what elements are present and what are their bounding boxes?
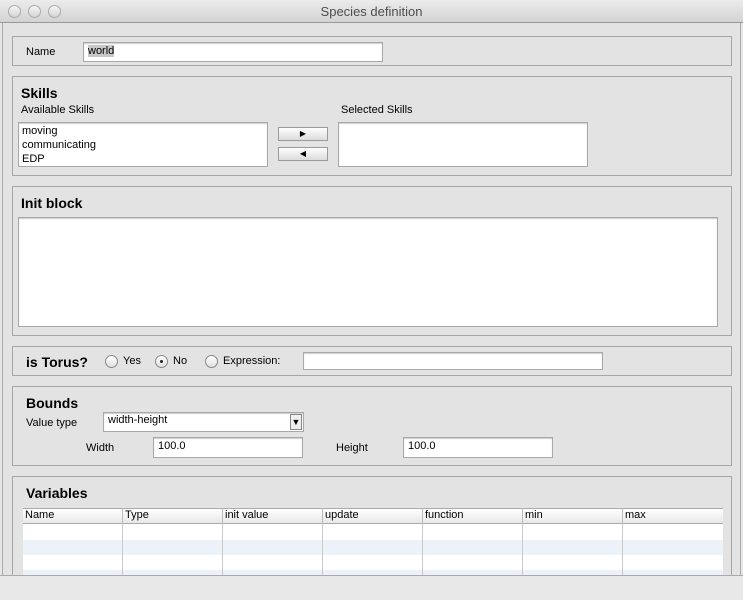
init-block-textarea[interactable]: [18, 217, 718, 327]
torus-no-radio[interactable]: [155, 355, 168, 368]
bounds-title: Bounds: [26, 395, 79, 411]
selected-skills-list[interactable]: [338, 122, 588, 167]
skills-title: Skills: [21, 85, 58, 101]
skill-item[interactable]: EDP: [22, 152, 264, 166]
column-divider: [122, 524, 123, 576]
column-header-init-value[interactable]: init value: [223, 508, 323, 524]
torus-expression-radio[interactable]: [205, 355, 218, 368]
torus-expression-input[interactable]: [303, 352, 603, 370]
width-input[interactable]: 100.0: [153, 437, 303, 458]
variables-table[interactable]: Name Type init value update function min…: [23, 508, 723, 576]
torus-title: is Torus?: [26, 354, 88, 370]
add-skill-button[interactable]: ▶: [278, 127, 328, 141]
triangle-left-icon: ◀: [299, 149, 307, 158]
name-panel: Name world: [12, 36, 732, 66]
torus-no-label: No: [173, 355, 188, 367]
chevron-down-icon: ▼: [290, 414, 302, 430]
variables-title: Variables: [26, 485, 88, 501]
name-input[interactable]: world: [83, 42, 383, 62]
torus-yes-radio[interactable]: [105, 355, 118, 368]
torus-panel: is Torus? Yes No Expression:: [12, 346, 732, 376]
column-header-max[interactable]: max: [623, 508, 723, 524]
init-block-panel: Init block: [12, 186, 732, 336]
value-type-label: Value type: [26, 417, 78, 429]
skill-item[interactable]: moving: [22, 124, 264, 138]
init-block-title: Init block: [21, 195, 83, 211]
value-type-value: width-height: [108, 414, 168, 426]
height-input[interactable]: 100.0: [403, 437, 553, 458]
column-header-type[interactable]: Type: [123, 508, 223, 524]
triangle-right-icon: ▶: [299, 129, 307, 138]
radio-selected-dot: [160, 360, 163, 363]
value-type-select[interactable]: width-height ▼: [103, 412, 304, 432]
column-divider: [222, 524, 223, 576]
selected-skills-label: Selected Skills: [341, 104, 413, 116]
available-skills-label: Available Skills: [21, 104, 95, 116]
torus-expression-label: Expression:: [223, 355, 281, 367]
column-divider: [422, 524, 423, 576]
width-label: Width: [86, 442, 115, 454]
available-skills-list[interactable]: moving communicating EDP: [18, 122, 268, 167]
table-row-stripe: [23, 540, 723, 555]
bottom-bar: [0, 575, 743, 600]
skills-panel: Skills Available Skills Selected Skills …: [12, 76, 732, 176]
column-header-min[interactable]: min: [523, 508, 623, 524]
column-divider: [322, 524, 323, 576]
torus-yes-label: Yes: [123, 355, 141, 367]
column-divider: [522, 524, 523, 576]
height-label: Height: [336, 442, 368, 454]
bounds-panel: Bounds Value type width-height ▼ Width 1…: [12, 386, 732, 466]
skill-item[interactable]: communicating: [22, 138, 264, 152]
variables-panel: Variables Name Type init value update fu…: [12, 476, 732, 586]
column-header-function[interactable]: function: [423, 508, 523, 524]
column-divider: [622, 524, 623, 576]
column-header-update[interactable]: update: [323, 508, 423, 524]
window-title: Species definition: [320, 4, 423, 19]
name-label: Name: [26, 46, 56, 58]
column-header-name[interactable]: Name: [23, 508, 123, 524]
name-value: world: [88, 45, 115, 57]
remove-skill-button[interactable]: ◀: [278, 147, 328, 161]
title-bar: Species definition: [0, 0, 743, 23]
